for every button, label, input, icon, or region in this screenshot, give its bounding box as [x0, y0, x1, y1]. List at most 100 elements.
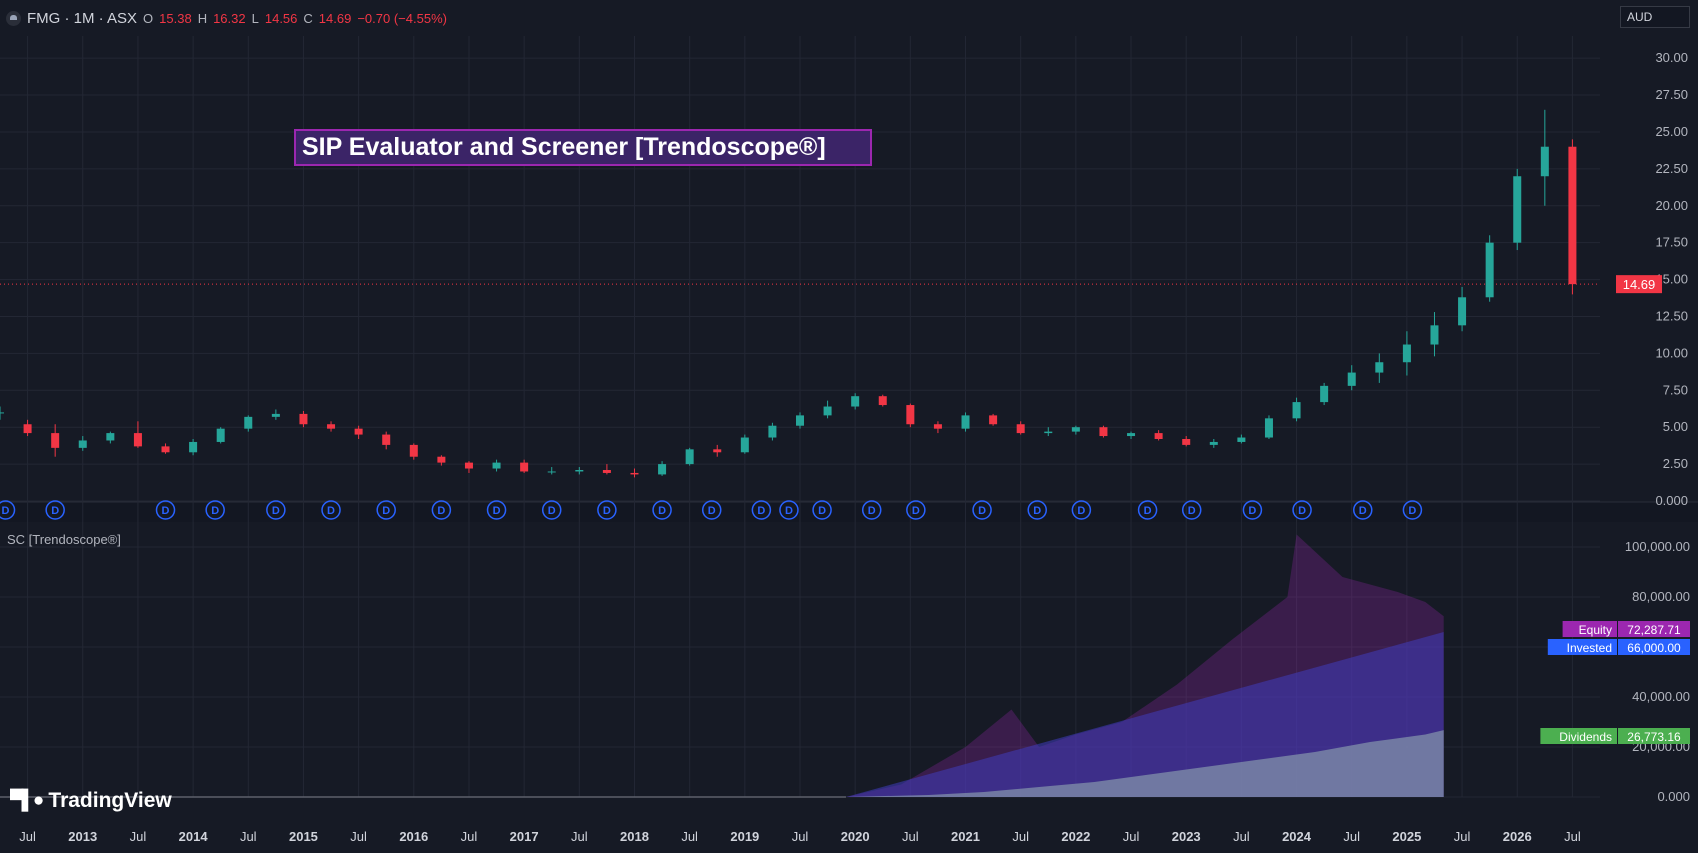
- dividend-marker-label: D: [1359, 505, 1367, 517]
- time-tick-label: 2025: [1392, 829, 1421, 844]
- dividend-marker-label: D: [978, 505, 986, 517]
- candle-body: [1099, 427, 1108, 437]
- candle-body: [961, 415, 970, 429]
- time-tick-label: 2024: [1282, 829, 1312, 844]
- candle-body: [244, 416, 253, 429]
- time-tick-label: Jul: [350, 829, 367, 844]
- legend-name: Dividends: [1559, 730, 1612, 744]
- price-axis: 0.0002.505.007.5010.0012.5015.0017.5020.…: [1616, 50, 1688, 508]
- dividend-marker-label: D: [548, 505, 556, 517]
- candle-body: [78, 440, 87, 448]
- time-tick-label: 2022: [1061, 829, 1090, 844]
- dividend-marker-label: D: [1408, 505, 1416, 517]
- dividend-marker-label: D: [493, 505, 501, 517]
- currency-selector[interactable]: AUD: [1620, 6, 1690, 28]
- candle-body: [1402, 344, 1411, 363]
- candle-body: [1347, 372, 1356, 386]
- candle-body: [1458, 297, 1467, 326]
- legend-value: 66,000.00: [1627, 641, 1681, 655]
- time-tick-label: Jul: [130, 829, 147, 844]
- time-tick-label: Jul: [902, 829, 919, 844]
- candle-body: [520, 462, 529, 472]
- time-tick-label: Jul: [461, 829, 478, 844]
- overlay-title-text: SIP Evaluator and Screener [Trendoscope®…: [302, 133, 826, 161]
- candle-body: [685, 449, 694, 465]
- candle-body: [409, 444, 418, 457]
- sip-indicator-pane: [0, 534, 1444, 798]
- indicator-legend: Equity 72,287.71 Invested 66,000.00 Dividend…: [1540, 621, 1690, 744]
- low-label: L: [251, 10, 259, 26]
- time-tick-label: 2014: [179, 829, 209, 844]
- candle-body: [133, 433, 142, 447]
- chart-canvas[interactable]: D D D D D D D D D D D D D D D D D D D D D D D D D D D 0.000 2.50 5.0…: [0, 0, 1698, 853]
- dividend-marker-label: D: [51, 505, 59, 517]
- indicator-label[interactable]: SC [Trendoscope®]: [7, 532, 121, 547]
- indicator-tick-label: 80,000.00: [1632, 589, 1690, 604]
- price-tick-label: 20.00: [1655, 198, 1688, 213]
- symbol-title[interactable]: FMG · 1M · ASX: [27, 10, 137, 27]
- time-tick-label: 2018: [620, 829, 649, 844]
- price-tick-label: 17.50: [1655, 235, 1688, 250]
- candle-body: [106, 433, 115, 441]
- chart-workspace[interactable]: D D D D D D D D D D D D D D D D D D D D D D D D D D D 0.000 2.50 5.0…: [0, 0, 1698, 853]
- pane-separator: [0, 502, 1698, 522]
- dividend-marker-label: D: [785, 505, 793, 517]
- dividend-marker-label: D: [708, 505, 716, 517]
- candle-body: [989, 415, 998, 425]
- symbol-header: FMG · 1M · ASX O 15.38 H 16.32 L 14.56 C 14.…: [0, 0, 447, 36]
- candle-body: [437, 456, 446, 463]
- time-tick-label: Jul: [1343, 829, 1360, 844]
- candle-body: [1540, 146, 1549, 177]
- legend-name: Invested: [1567, 641, 1612, 655]
- dividend-marker-label: D: [658, 505, 666, 517]
- price-tick-label: 2.50: [1663, 456, 1688, 471]
- candle-body: [1016, 424, 1025, 434]
- time-tick-label: Jul: [240, 829, 257, 844]
- time-tick-label: 2015: [289, 829, 318, 844]
- dividend-marker-label: D: [868, 505, 876, 517]
- dividend-marker-label: D: [603, 505, 611, 517]
- time-tick-label: Jul: [571, 829, 588, 844]
- high-label: H: [197, 10, 208, 26]
- dividend-marker-label: D: [1188, 505, 1196, 517]
- candle-body: [0, 412, 4, 414]
- time-tick-label: Jul: [19, 829, 36, 844]
- candle-body: [1044, 431, 1053, 434]
- open-label: O: [143, 10, 154, 26]
- price-tick-label: 30.00: [1655, 50, 1688, 65]
- price-tick-label: 0.000: [1655, 493, 1688, 508]
- price-tick-label: 27.50: [1655, 87, 1688, 102]
- dividend-marker-label: D: [912, 505, 920, 517]
- tradingview-logo[interactable]: ▀▌● TradingView: [10, 789, 172, 813]
- dividend-marker-label: D: [382, 505, 390, 517]
- candle-body: [492, 462, 501, 469]
- candle-body: [796, 415, 804, 426]
- time-tick-label: 2016: [399, 829, 428, 844]
- low-value: 14.56: [264, 10, 298, 26]
- candle-body: [216, 428, 225, 442]
- dividend-marker-label: D: [1033, 505, 1041, 517]
- candle-body: [1071, 427, 1080, 432]
- candle-body: [189, 441, 198, 453]
- dividend-marker-label: D: [272, 505, 280, 517]
- candle-body: [382, 434, 391, 445]
- dividend-marker-label: D: [1298, 505, 1306, 517]
- close-label: C: [303, 10, 313, 26]
- candle-body: [1375, 362, 1384, 373]
- indicator-axis: 0.00020,000.0040,000.0060,000.0080,000.0…: [1625, 539, 1690, 804]
- candle-body: [906, 405, 915, 425]
- time-tick-label: Jul: [1123, 829, 1140, 844]
- candle-body: [51, 433, 60, 448]
- exchange-flag-icon: [6, 10, 21, 26]
- price-tick-label: 25.00: [1655, 124, 1688, 139]
- indicator-tick-label: 0.000: [1657, 789, 1690, 804]
- time-tick-label: Jul: [1454, 829, 1471, 844]
- time-tick-label: 2023: [1172, 829, 1201, 844]
- dividend-marker-label: D: [818, 505, 826, 517]
- close-value: 14.69: [318, 10, 352, 26]
- time-tick-label: 2026: [1503, 829, 1532, 844]
- indicator-tick-label: 100,000.00: [1625, 539, 1690, 554]
- time-tick-label: 2020: [841, 829, 870, 844]
- dividend-marker-label: D: [211, 505, 219, 517]
- time-axis: Jul 2013 Jul 2014 Jul 2015 Jul 2016 Jul 2017 Jul 20…: [19, 829, 1581, 844]
